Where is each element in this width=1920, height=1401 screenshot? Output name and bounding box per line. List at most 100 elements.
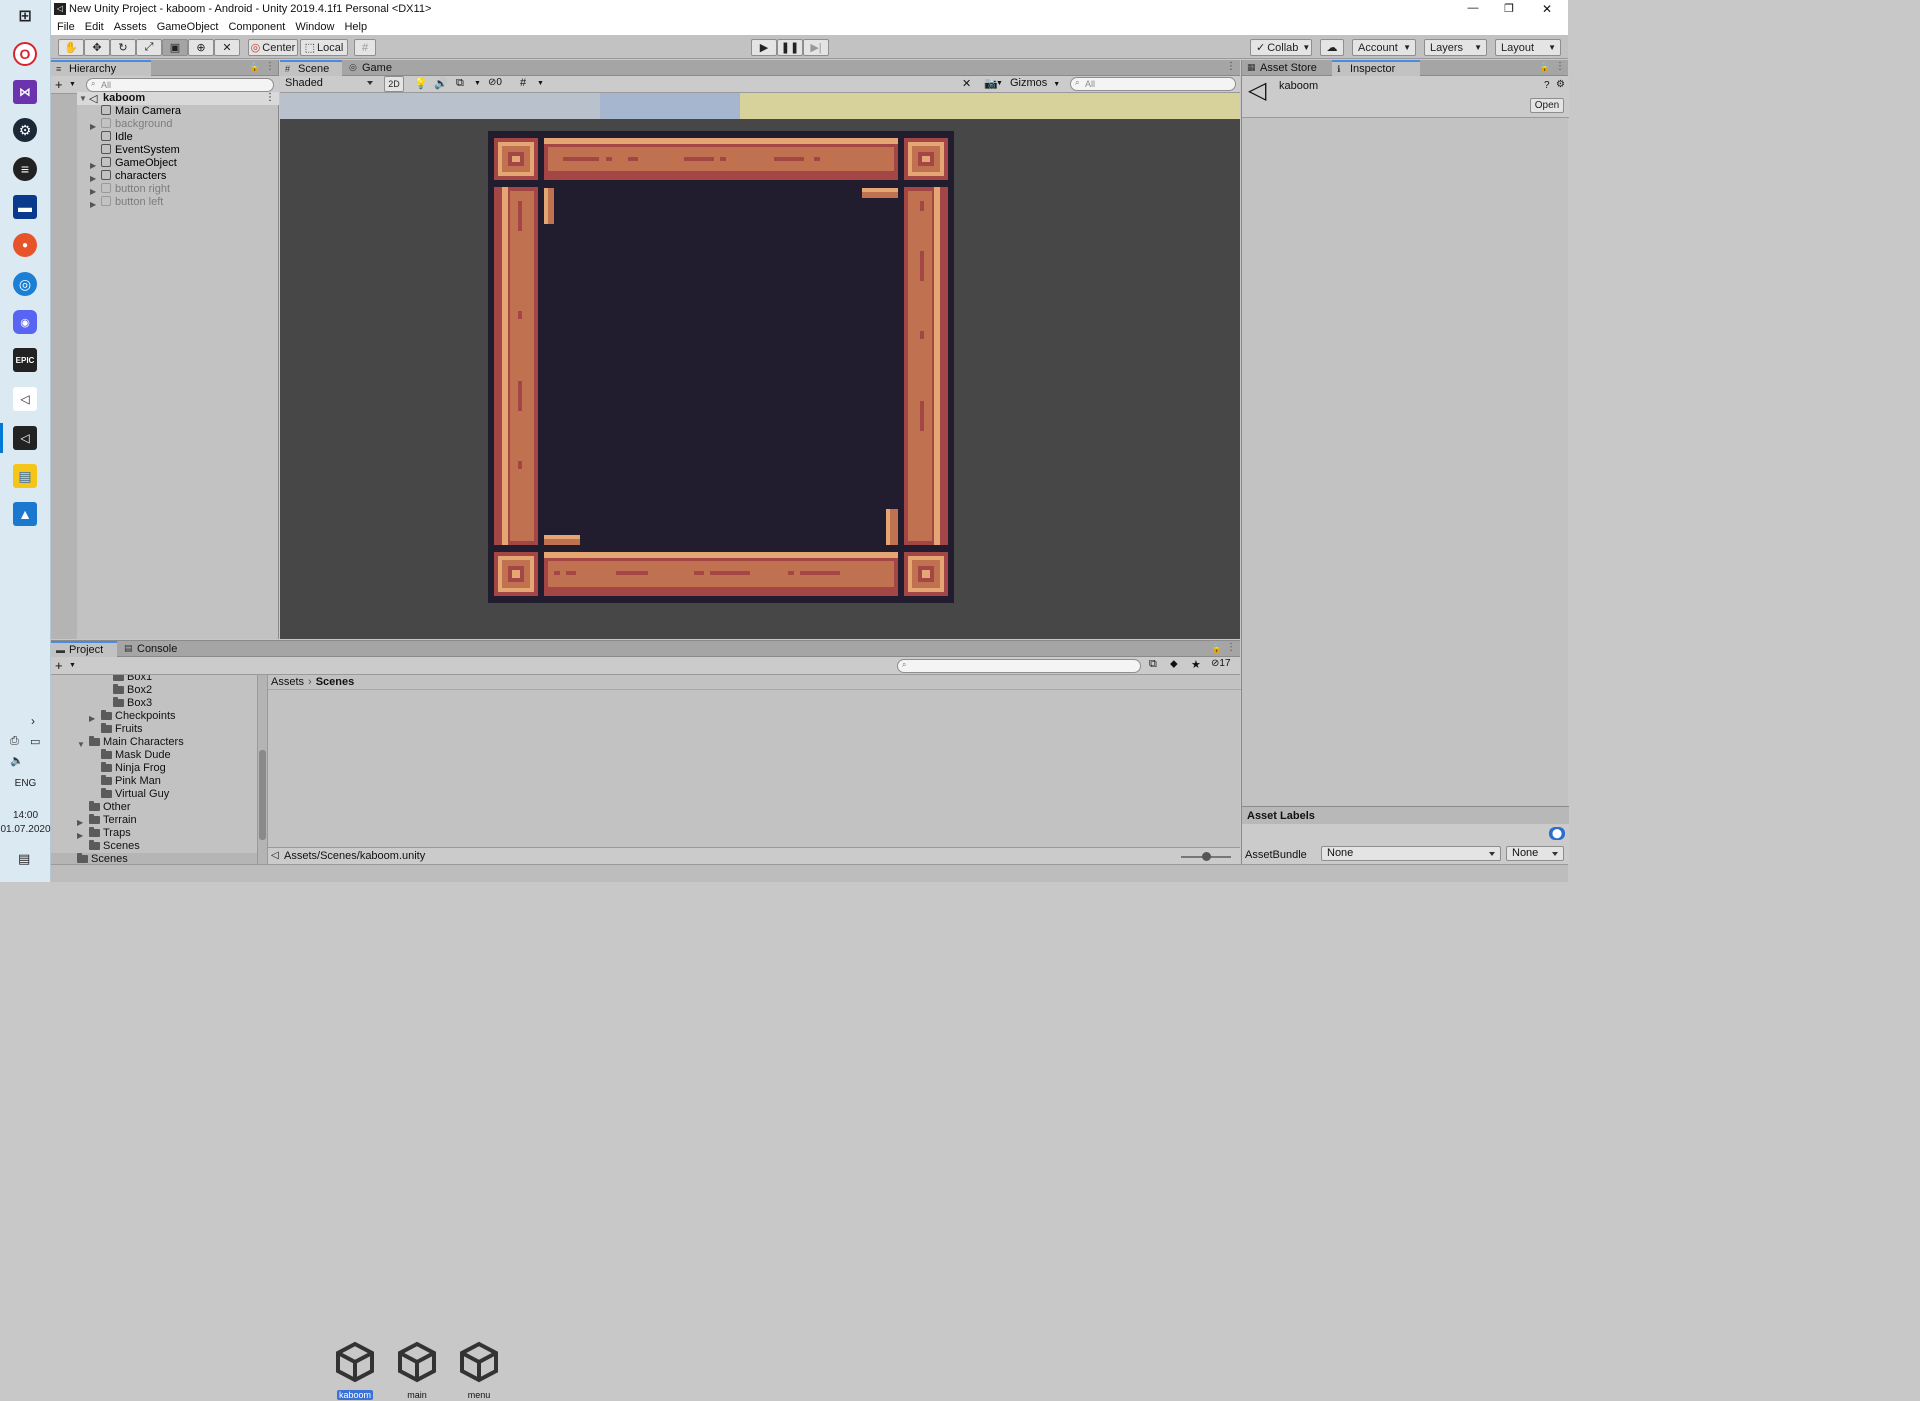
folder-tree-item[interactable]: ▶ Checkpoints	[51, 710, 257, 723]
assetbundle-variant-dropdown[interactable]: None	[1506, 846, 1564, 861]
folder-tree-item[interactable]: Box1	[51, 675, 257, 684]
folder-tree-item[interactable]: Virtual Guy	[51, 788, 257, 801]
origin-icon[interactable]: ●	[13, 233, 37, 257]
rotate-tool-button[interactable]: ↻	[110, 39, 136, 56]
folder-tree-item[interactable]: Scenes	[51, 840, 257, 853]
tab-asset-store[interactable]: ▦ Asset Store	[1242, 60, 1330, 76]
move-tool-button[interactable]: ✥	[84, 39, 110, 56]
discord-icon[interactable]: ◉	[13, 310, 37, 334]
breadcrumb-assets[interactable]: Assets	[271, 676, 304, 688]
folder-tree-item[interactable]: ▶ Terrain	[51, 814, 257, 827]
play-button[interactable]: ▶	[751, 39, 777, 56]
settings-gear-icon[interactable]: ⚙	[1556, 79, 1565, 90]
step-button[interactable]: ▶|	[803, 39, 829, 56]
unity-hub-icon[interactable]: ◁	[13, 387, 37, 411]
windows-start-icon[interactable]: ⊞	[13, 4, 37, 28]
tab-console[interactable]: ▤ Console	[119, 641, 185, 657]
epic-games-icon[interactable]: EPIC	[13, 348, 37, 372]
usb-icon[interactable]: ⎙	[10, 735, 19, 748]
file-explorer-icon[interactable]: ▤	[13, 464, 37, 488]
menu-edit[interactable]: Edit	[81, 19, 108, 35]
icon-size-slider-thumb[interactable]	[1202, 852, 1211, 861]
menu-gameobject[interactable]: GameObject	[153, 19, 223, 35]
hierarchy-item[interactable]: EventSystem	[77, 144, 279, 157]
menu-file[interactable]: File	[53, 19, 79, 35]
custom-tool-button[interactable]: ✕	[214, 39, 240, 56]
game-board-frame[interactable]	[488, 131, 954, 603]
menu-help[interactable]: Help	[340, 19, 371, 35]
layout-dropdown[interactable]: Layout ▼	[1495, 39, 1561, 56]
show-hidden-icons-icon[interactable]: ›	[31, 714, 35, 728]
kebab-menu-icon[interactable]: ⋮	[1226, 61, 1236, 72]
volume-icon[interactable]: 🔈	[10, 754, 24, 767]
folder-tree-item[interactable]: ▼ Main Characters	[51, 736, 257, 749]
minimize-button[interactable]: —	[1463, 2, 1483, 14]
lock-icon[interactable]: 🔒	[1211, 643, 1222, 654]
help-icon[interactable]: ?	[1544, 80, 1550, 91]
chevron-down-icon[interactable]: ▼	[69, 662, 76, 669]
hierarchy-item[interactable]: Main Camera	[77, 105, 279, 118]
tab-hierarchy[interactable]: ≡ Hierarchy	[51, 60, 151, 76]
menu-assets[interactable]: Assets	[110, 19, 151, 35]
tab-game[interactable]: ◎ Game	[344, 60, 404, 76]
effects-icon[interactable]: ⧉	[456, 77, 464, 90]
close-button[interactable]: ✕	[1537, 2, 1557, 16]
scene-row[interactable]: ▼ ◁ kaboom ⋮	[77, 92, 279, 105]
chevron-down-icon[interactable]: ▼	[996, 80, 1003, 87]
folder-tree-item[interactable]: Pink Man	[51, 775, 257, 788]
uplay-icon[interactable]: ◎	[13, 272, 37, 296]
kebab-menu-icon[interactable]: ⋮	[265, 61, 275, 72]
hierarchy-item[interactable]: ▶ GameObject	[77, 157, 279, 170]
assetbundle-dropdown[interactable]: None	[1321, 846, 1501, 861]
folder-tree-item[interactable]: Other	[51, 801, 257, 814]
scale-tool-button[interactable]: ⤢	[136, 39, 162, 56]
hierarchy-item[interactable]: ▶ button right	[77, 183, 279, 196]
lock-icon[interactable]: 🔒	[1539, 62, 1550, 73]
folder-tree-item[interactable]: Mask Dude	[51, 749, 257, 762]
hierarchy-item[interactable]: ▶ characters	[77, 170, 279, 183]
pause-button[interactable]: ❚❚	[777, 39, 803, 56]
kebab-menu-icon[interactable]: ⋮	[265, 92, 275, 103]
visual-studio-icon[interactable]: ⋈	[13, 80, 37, 104]
folder-tree-item[interactable]: Box3	[51, 697, 257, 710]
clock-date[interactable]: 01.07.2020	[0, 824, 51, 835]
chevron-down-icon[interactable]: ▼	[537, 80, 544, 87]
rect-tool-button[interactable]: ▣	[162, 39, 188, 56]
pivot-local-button[interactable]: ⬚ Local	[300, 39, 348, 56]
create-plus-icon[interactable]: +	[55, 658, 63, 673]
app-icon[interactable]: ▬	[13, 195, 37, 219]
open-button[interactable]: Open	[1530, 98, 1564, 113]
grid-toggle-icon[interactable]: #	[520, 77, 526, 89]
transform-tool-button[interactable]: ⊕	[188, 39, 214, 56]
unity-editor-icon[interactable]: ◁	[13, 426, 37, 450]
tab-inspector[interactable]: ℹ Inspector	[1332, 60, 1420, 76]
chevron-right-icon[interactable]: ▶	[90, 198, 96, 211]
search-by-label-icon[interactable]: ⬥	[1170, 658, 1178, 671]
hierarchy-item[interactable]: Idle	[77, 131, 279, 144]
restore-button[interactable]: ❐	[1499, 2, 1519, 15]
account-dropdown[interactable]: Account ▼	[1352, 39, 1416, 56]
hidden-objects-toggle[interactable]: ⊘0	[488, 77, 502, 88]
photos-icon[interactable]: ▲	[13, 502, 37, 526]
tree-scrollbar-thumb[interactable]	[259, 750, 266, 840]
lighting-icon[interactable]: 💡	[414, 77, 428, 90]
grid-snap-button[interactable]: #	[354, 39, 376, 56]
opera-icon[interactable]: O	[13, 42, 37, 66]
scene-search-input[interactable]: All	[1070, 77, 1236, 91]
tab-scene[interactable]: # Scene	[280, 60, 342, 76]
scene-asset-tile[interactable]: kaboom	[330, 1341, 380, 1401]
scene-asset-tile[interactable]: menu	[454, 1341, 504, 1401]
tools-icon[interactable]: ✕	[962, 77, 971, 90]
menu-component[interactable]: Component	[224, 19, 289, 35]
menu-window[interactable]: Window	[291, 19, 338, 35]
search-by-type-icon[interactable]: ⧉	[1149, 658, 1157, 671]
notifications-icon[interactable]: ▤	[18, 851, 30, 867]
hidden-packages-toggle[interactable]: ⊘17	[1211, 658, 1231, 669]
layers-dropdown[interactable]: Layers ▼	[1424, 39, 1487, 56]
hand-tool-button[interactable]: ✋	[58, 39, 84, 56]
breadcrumb-scenes[interactable]: Scenes	[316, 676, 355, 688]
favorite-star-icon[interactable]: ★	[1191, 658, 1201, 671]
ea-icon[interactable]: ≡	[13, 157, 37, 181]
hierarchy-search-input[interactable]: All	[86, 78, 274, 92]
gizmos-dropdown[interactable]: Gizmos ▼	[1010, 77, 1060, 89]
